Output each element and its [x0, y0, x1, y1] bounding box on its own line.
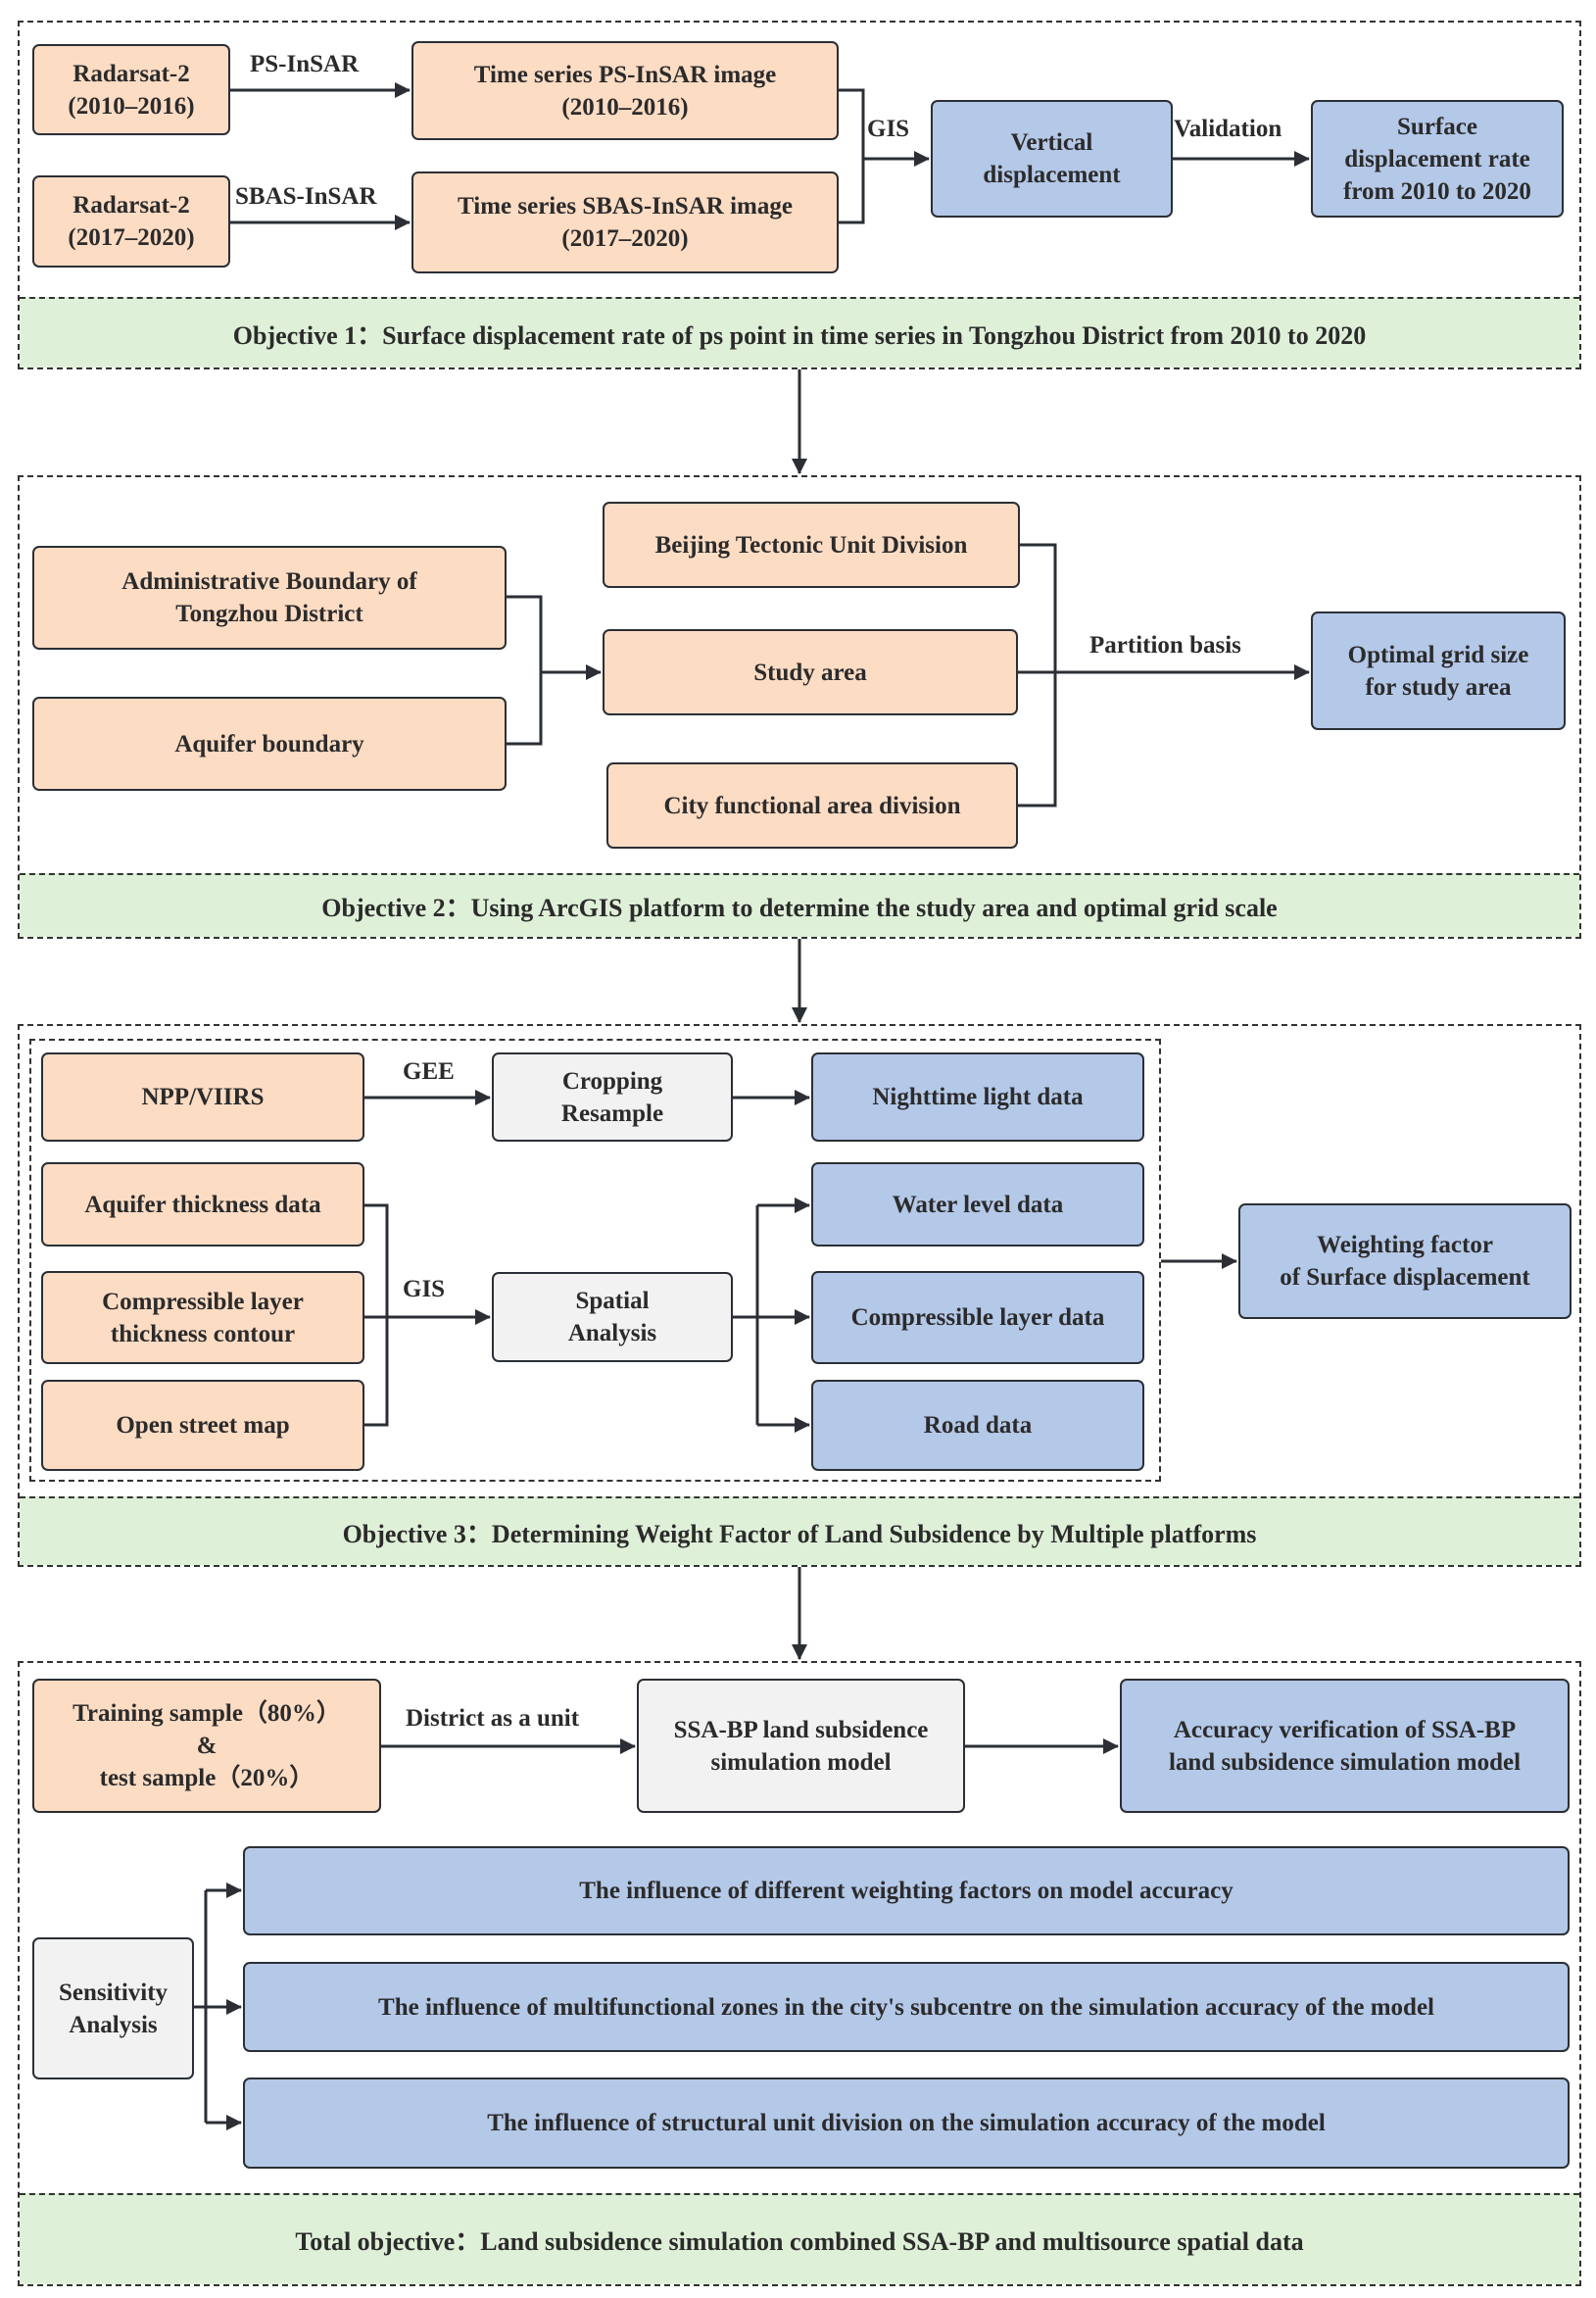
spatial-analysis-node[interactable]: Spatial Analysis: [492, 1272, 733, 1362]
water-level-node[interactable]: Water level data: [811, 1162, 1144, 1247]
compressible-contour-node[interactable]: Compressible layer thickness contour: [41, 1271, 364, 1364]
city-functional-node[interactable]: City functional area division: [606, 762, 1018, 849]
radarsat-2010-2016-node[interactable]: Radarsat-2 (2010–2016): [32, 44, 230, 135]
study-area-node[interactable]: Study area: [603, 629, 1018, 715]
open-street-map-node[interactable]: Open street map: [41, 1380, 364, 1471]
admin-boundary-node[interactable]: Administrative Boundary of Tongzhou Dist…: [32, 546, 507, 650]
ts-sbas-insar-node[interactable]: Time series SBAS-InSAR image (2017–2020): [411, 171, 839, 273]
objective1-text: Objective 1：Surface displacement rate of…: [232, 320, 1367, 350]
radarsat-2017-2020-node[interactable]: Radarsat-2 (2017–2020): [32, 175, 230, 268]
aquifer-boundary-node[interactable]: Aquifer boundary: [32, 697, 507, 791]
objective1-band: Objective 1：Surface displacement rate of…: [20, 297, 1579, 367]
partition-basis-edge-label: Partition basis: [1089, 632, 1241, 659]
ps-insar-edge-label: PS-InSAR: [250, 51, 360, 77]
total-objective-text: Total objective：Land subsidence simulati…: [295, 2227, 1304, 2256]
objective3-text: Objective 3：Determining Weight Factor of…: [342, 1519, 1257, 1548]
influence-zones-node[interactable]: The influence of multifunctional zones i…: [243, 1962, 1570, 2052]
objective2-band: Objective 2：Using ArcGIS platform to det…: [20, 873, 1579, 937]
surface-displacement-rate-node[interactable]: Surface displacement rate from 2010 to 2…: [1311, 100, 1564, 218]
accuracy-verification-node[interactable]: Accuracy verification of SSA-BP land sub…: [1120, 1679, 1570, 1813]
objective3-band: Objective 3：Determining Weight Factor of…: [20, 1496, 1579, 1565]
influence-structural-node[interactable]: The influence of structural unit divisio…: [243, 2078, 1570, 2169]
vertical-displacement-node[interactable]: Vertical displacement: [931, 100, 1173, 218]
gee-edge-label: GEE: [403, 1058, 455, 1085]
gis-edge-label-s3: GIS: [403, 1276, 446, 1302]
nighttime-light-node[interactable]: Nighttime light data: [811, 1052, 1144, 1142]
sbas-insar-edge-label: SBAS-InSAR: [235, 183, 377, 210]
tectonic-division-node[interactable]: Beijing Tectonic Unit Division: [603, 502, 1020, 588]
validation-edge-label: Validation: [1174, 116, 1282, 142]
cropping-resample-node[interactable]: Cropping Resample: [492, 1052, 733, 1142]
road-data-node[interactable]: Road data: [811, 1380, 1144, 1471]
weighting-factor-node[interactable]: Weighting factor of Surface displacement: [1238, 1203, 1572, 1319]
optimal-grid-node[interactable]: Optimal grid size for study area: [1311, 611, 1566, 730]
samples-node[interactable]: Training sample（80%） & test sample（20%）: [32, 1679, 381, 1813]
district-unit-edge-label: District as a unit: [406, 1705, 580, 1732]
influence-weighting-node[interactable]: The influence of different weighting fac…: [243, 1846, 1570, 1935]
gis-edge-label: GIS: [867, 116, 910, 142]
sensitivity-analysis-node[interactable]: Sensitivity Analysis: [32, 1937, 194, 2079]
ssa-bp-model-node[interactable]: SSA-BP land subsidence simulation model: [637, 1679, 965, 1813]
total-objective-band: Total objective：Land subsidence simulati…: [20, 2193, 1579, 2284]
compressible-layer-data-node[interactable]: Compressible layer data: [811, 1271, 1144, 1364]
aquifer-thickness-node[interactable]: Aquifer thickness data: [41, 1162, 364, 1247]
npp-viirs-node[interactable]: NPP/VIIRS: [41, 1052, 364, 1142]
ts-ps-insar-node[interactable]: Time series PS-InSAR image (2010–2016): [411, 41, 839, 140]
objective2-text: Objective 2：Using ArcGIS platform to det…: [321, 894, 1278, 922]
